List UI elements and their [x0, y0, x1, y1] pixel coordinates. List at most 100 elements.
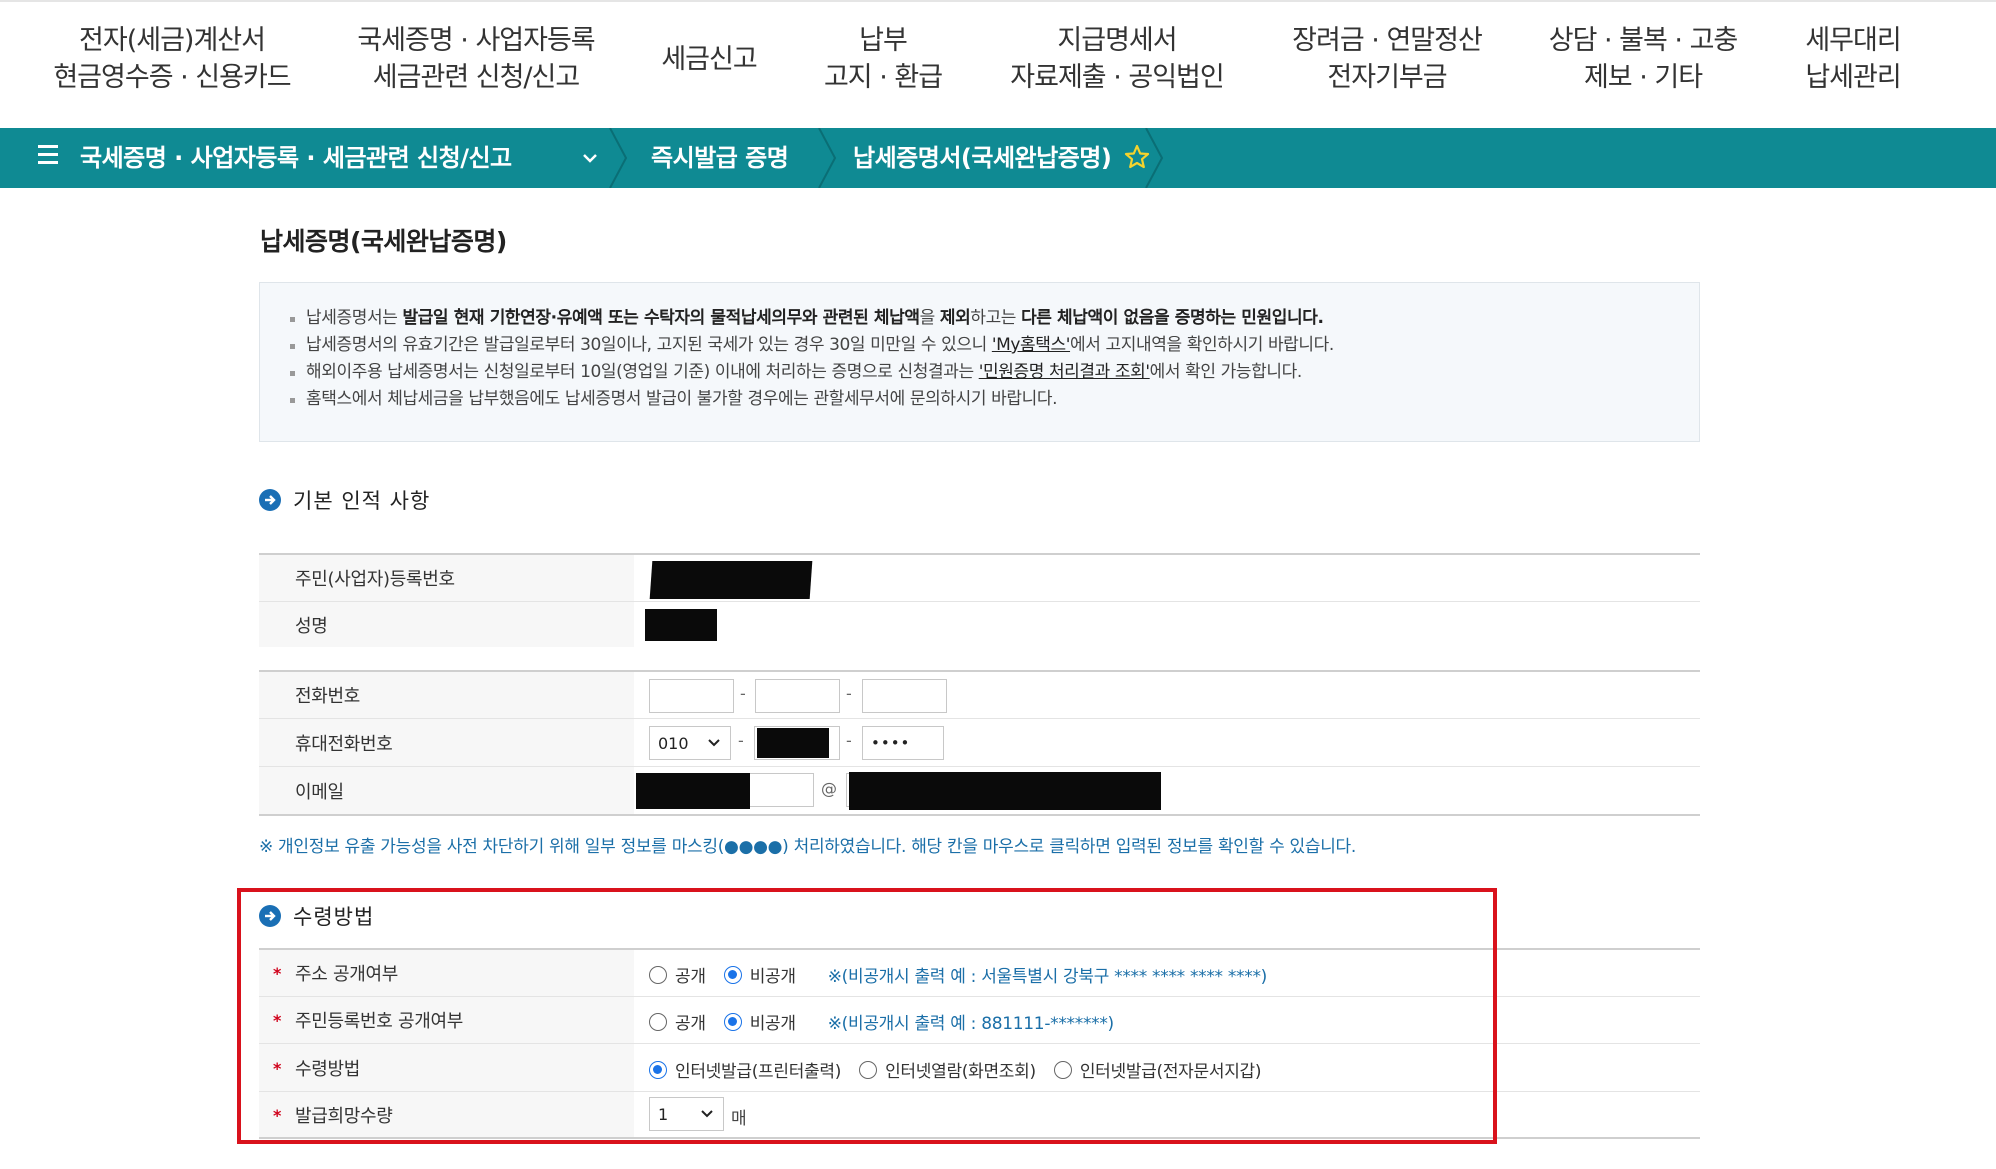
notice-line: 납세증명서의 유효기간은 발급일로부터 30일이나, 고지된 국세가 있는 경우… [290, 332, 1669, 359]
nav-incentive-line2: 전자기부금 [1327, 62, 1447, 93]
my-hometax-link[interactable]: 'My홈택스' [992, 335, 1071, 355]
breadcrumb-level2[interactable]: 즉시발급 증명 [651, 128, 789, 188]
email-label-text: 이메일 [295, 781, 344, 803]
method-print-radio[interactable] [649, 1060, 667, 1079]
breadcrumb: 국세증명 · 사업자등록 · 세금관련 신청/신고 즉시발급 증명 납세증명서(… [0, 128, 1996, 188]
rrn-masked-value [649, 561, 813, 599]
chevron-down-icon[interactable] [580, 148, 600, 168]
dash: - [846, 684, 852, 703]
rrn-disclosure-label: * 주민등록번호 공개여부 [259, 997, 634, 1043]
nav-tax-filing[interactable]: 세금신고 [661, 41, 757, 78]
notice-line: 홈택스에서 체납세금을 납부했음에도 납세증명서 발급이 불가할 경우에는 관할… [290, 386, 1669, 413]
nav-statement[interactable]: 지급명세서 자료제출 · 공익법인 [1010, 22, 1224, 96]
nav-tax-agent-line1: 세무대리 [1805, 25, 1901, 56]
nav-payment-line1: 납부 [859, 25, 908, 56]
quantity-unit: 매 [731, 1109, 747, 1129]
rrn-label: 주민(사업자)등록번호 [259, 555, 634, 601]
email-label: 이메일 [259, 767, 634, 814]
mobile-last-input[interactable]: •••• [862, 726, 944, 760]
rrn-disclosure-label-text: 주민등록번호 공개여부 [295, 1011, 464, 1032]
breadcrumb-level1[interactable]: 국세증명 · 사업자등록 · 세금관련 신청/신고 [80, 128, 512, 188]
at-sign: @ [821, 779, 837, 798]
rrn-private-radio[interactable] [723, 1012, 742, 1031]
email-id-masked-value [636, 773, 750, 809]
method-print-label[interactable]: 인터넷발급(프린터출력) [675, 1057, 841, 1082]
hamburger-menu-icon[interactable] [38, 145, 58, 169]
notice-text: 납세증명서의 유효기간은 발급일로부터 30일이나, 고지된 국세가 있는 경우… [306, 335, 992, 355]
required-mark: * [273, 963, 282, 983]
required-mark: * [273, 1058, 282, 1078]
nav-certificate-line1: 국세증명 · 사업자등록 [357, 25, 595, 56]
name-label-text: 성명 [295, 615, 328, 637]
nav-incentive[interactable]: 장려금 · 연말정산 전자기부금 [1292, 22, 1483, 96]
rrn-private-label[interactable]: 비공개 [750, 1009, 796, 1034]
mobile-prefix-value: 010 [658, 733, 689, 753]
dash: - [740, 684, 746, 703]
nav-statement-line1: 지급명세서 [1057, 25, 1177, 56]
basic-info-title: 기본 인적 사항 [293, 489, 431, 513]
notice-box: 납세증명서는 발급일 현재 기한연장·유예액 또는 수탁자의 물적납세의무와 관… [259, 282, 1700, 442]
nav-e-invoice-line1: 전자(세금)계산서 [79, 25, 266, 56]
dash: - [846, 731, 852, 750]
address-disclosure-label: * 주소 공개여부 [259, 950, 634, 996]
name-masked-value [645, 609, 717, 641]
receipt-method-group: 인터넷발급(프린터출력) 인터넷열람(화면조회) 인터넷발급(전자문서지갑) [649, 1057, 1279, 1082]
chevron-down-icon [708, 739, 720, 747]
address-private-radio[interactable] [723, 965, 742, 984]
nav-tax-filing-line1: 세금신고 [661, 44, 757, 75]
nav-tax-agent[interactable]: 세무대리 납세관리 [1805, 22, 1901, 96]
notice-text: 을 [919, 308, 940, 328]
notice-text: 납세증명서는 [306, 308, 403, 328]
notice-text: 에서 확인 가능합니다. [1149, 362, 1303, 382]
address-public-label[interactable]: 공개 [675, 962, 706, 987]
phone-middle-input[interactable] [755, 679, 840, 713]
required-mark: * [273, 1105, 282, 1125]
notice-text: 해외이주용 납세증명서는 신청일로부터 10일(영업일 기준) 이내에 처리하는… [306, 362, 979, 382]
notice-text: 홈택스에서 체납세금을 납부했음에도 납세증명서 발급이 불가할 경우에는 관할… [306, 389, 1058, 409]
quantity-label-text: 발급희망수량 [295, 1105, 393, 1127]
mobile-label-text: 휴대전화번호 [295, 733, 393, 755]
civil-result-link[interactable]: '민원증명 처리결과 조회' [979, 362, 1150, 382]
quantity-select[interactable]: 1 [649, 1097, 724, 1131]
rrn-public-radio[interactable] [649, 1012, 667, 1031]
nav-consult[interactable]: 상담 · 불복 · 고충 제보 · 기타 [1548, 22, 1739, 96]
rrn-public-label[interactable]: 공개 [675, 1009, 706, 1034]
nav-e-invoice-line2: 현금영수증 · 신용카드 [53, 62, 291, 93]
nav-consult-line1: 상담 · 불복 · 고충 [1548, 25, 1739, 56]
phone-last-input[interactable] [862, 679, 947, 713]
receipt-heading: 수령방법 [259, 901, 374, 931]
arrow-circle-icon [259, 489, 281, 511]
nav-certificate[interactable]: 국세증명 · 사업자등록 세금관련 신청/신고 [357, 22, 595, 96]
nav-payment[interactable]: 납부 고지 · 환급 [823, 22, 943, 96]
mobile-prefix-select[interactable]: 010 [649, 726, 731, 760]
method-view-radio[interactable] [859, 1060, 878, 1079]
notice-emphasis: 제외 [939, 308, 971, 328]
notice-text: 하고는 [970, 308, 1022, 328]
receipt-method-label-text: 수령방법 [295, 1058, 361, 1080]
mobile-label: 휴대전화번호 [259, 719, 634, 766]
notice-text: 에서 고지내역을 확인하시기 바랍니다. [1070, 335, 1334, 355]
required-mark: * [273, 1010, 282, 1030]
method-view-label[interactable]: 인터넷열람(화면조회) [885, 1057, 1036, 1082]
address-private-label[interactable]: 비공개 [750, 962, 796, 987]
nav-e-invoice[interactable]: 전자(세금)계산서 현금영수증 · 신용카드 [53, 22, 291, 96]
address-public-radio[interactable] [649, 965, 667, 984]
quantity-value: 1 [658, 1104, 669, 1124]
method-wallet-radio[interactable] [1053, 1060, 1072, 1079]
nav-statement-line2: 자료제출 · 공익법인 [1010, 62, 1224, 93]
address-hint: ※(비공개시 출력 예 : 서울특별시 강북구 **** **** **** *… [827, 967, 1268, 987]
mobile-middle-masked-value [757, 728, 829, 758]
name-label: 성명 [259, 602, 634, 647]
breadcrumb-separator-icon [1145, 128, 1164, 188]
nav-consult-line2: 제보 · 기타 [1583, 62, 1703, 93]
address-disclosure-label-text: 주소 공개여부 [295, 964, 398, 985]
email-domain-masked-value [849, 772, 1161, 810]
divider [259, 1137, 1700, 1139]
arrow-circle-icon [259, 905, 281, 927]
divider [259, 814, 1700, 816]
method-wallet-label[interactable]: 인터넷발급(전자문서지갑) [1080, 1057, 1262, 1082]
nav-payment-line2: 고지 · 환급 [823, 62, 943, 93]
breadcrumb-level3: 납세증명서(국세완납증명) [853, 144, 1112, 172]
nav-incentive-line1: 장려금 · 연말정산 [1292, 25, 1483, 56]
phone-area-input[interactable] [649, 679, 734, 713]
